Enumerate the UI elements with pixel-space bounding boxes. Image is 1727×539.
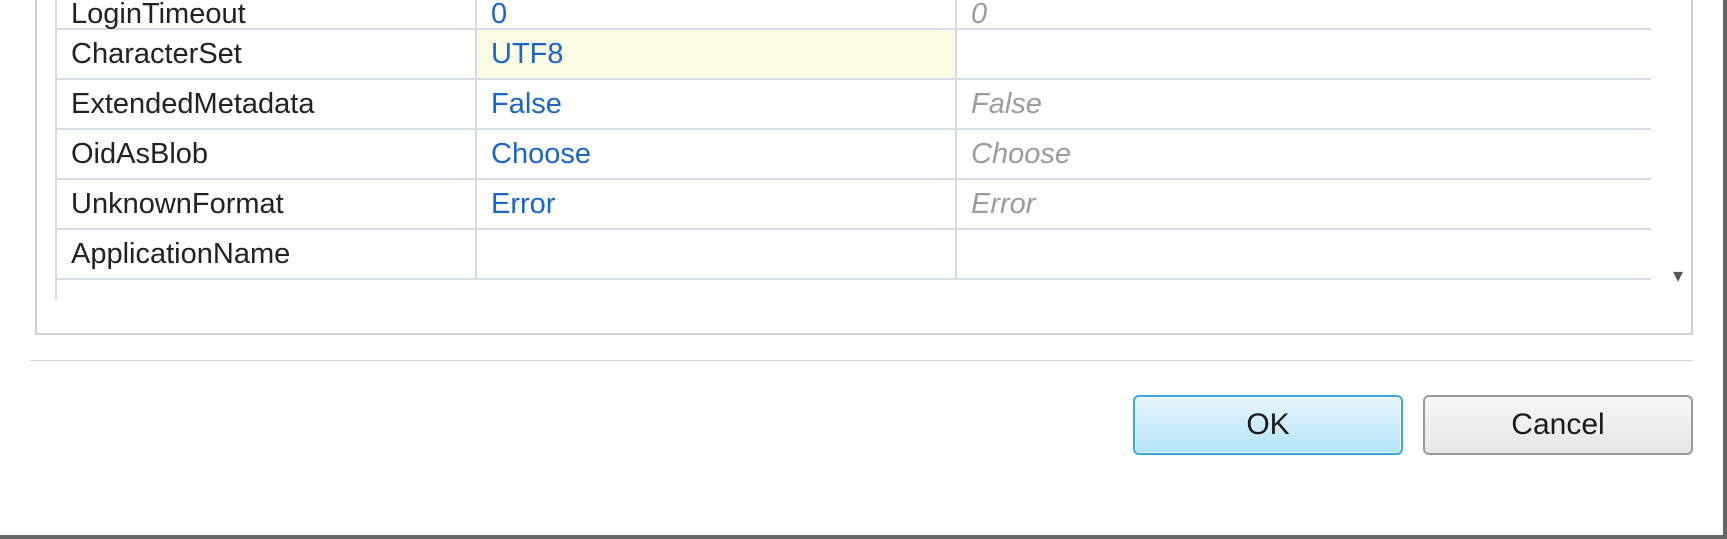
prop-value[interactable] bbox=[477, 230, 957, 278]
prop-name: ExtendedMetadata bbox=[57, 80, 477, 128]
prop-value[interactable]: Error bbox=[477, 180, 957, 228]
prop-value[interactable]: Choose bbox=[477, 130, 957, 178]
table-row[interactable]: ApplicationName bbox=[57, 230, 1651, 280]
prop-name: ApplicationName bbox=[57, 230, 477, 278]
table-row[interactable]: OidAsBlob Choose Choose bbox=[57, 130, 1651, 180]
cancel-button[interactable]: Cancel bbox=[1423, 395, 1693, 455]
ok-button[interactable]: OK bbox=[1133, 395, 1403, 455]
prop-value[interactable]: UTF8 bbox=[477, 30, 957, 78]
prop-value[interactable]: 0 bbox=[477, 0, 957, 28]
separator bbox=[30, 360, 1693, 362]
prop-default: Choose bbox=[957, 130, 1651, 178]
prop-value[interactable]: False bbox=[477, 80, 957, 128]
prop-default bbox=[957, 230, 1651, 278]
table-row[interactable]: ExtendedMetadata False False bbox=[57, 80, 1651, 130]
prop-default: False bbox=[957, 80, 1651, 128]
grid-panel: LoginTimeout 0 0 CharacterSet UTF8 Exten… bbox=[35, 0, 1693, 335]
prop-name: CharacterSet bbox=[57, 30, 477, 78]
prop-default: 0 bbox=[957, 0, 1651, 28]
property-grid: LoginTimeout 0 0 CharacterSet UTF8 Exten… bbox=[55, 0, 1651, 300]
prop-name: OidAsBlob bbox=[57, 130, 477, 178]
scroll-down-icon[interactable]: ▾ bbox=[1673, 263, 1683, 288]
prop-default bbox=[957, 30, 1651, 78]
dialog-frame: LoginTimeout 0 0 CharacterSet UTF8 Exten… bbox=[0, 0, 1727, 539]
table-row[interactable]: LoginTimeout 0 0 bbox=[57, 0, 1651, 30]
table-row[interactable]: CharacterSet UTF8 bbox=[57, 30, 1651, 80]
prop-default: Error bbox=[957, 180, 1651, 228]
prop-name: LoginTimeout bbox=[57, 0, 477, 28]
button-bar: OK Cancel bbox=[1133, 395, 1693, 455]
table-row[interactable]: UnknownFormat Error Error bbox=[57, 180, 1651, 230]
prop-name: UnknownFormat bbox=[57, 180, 477, 228]
